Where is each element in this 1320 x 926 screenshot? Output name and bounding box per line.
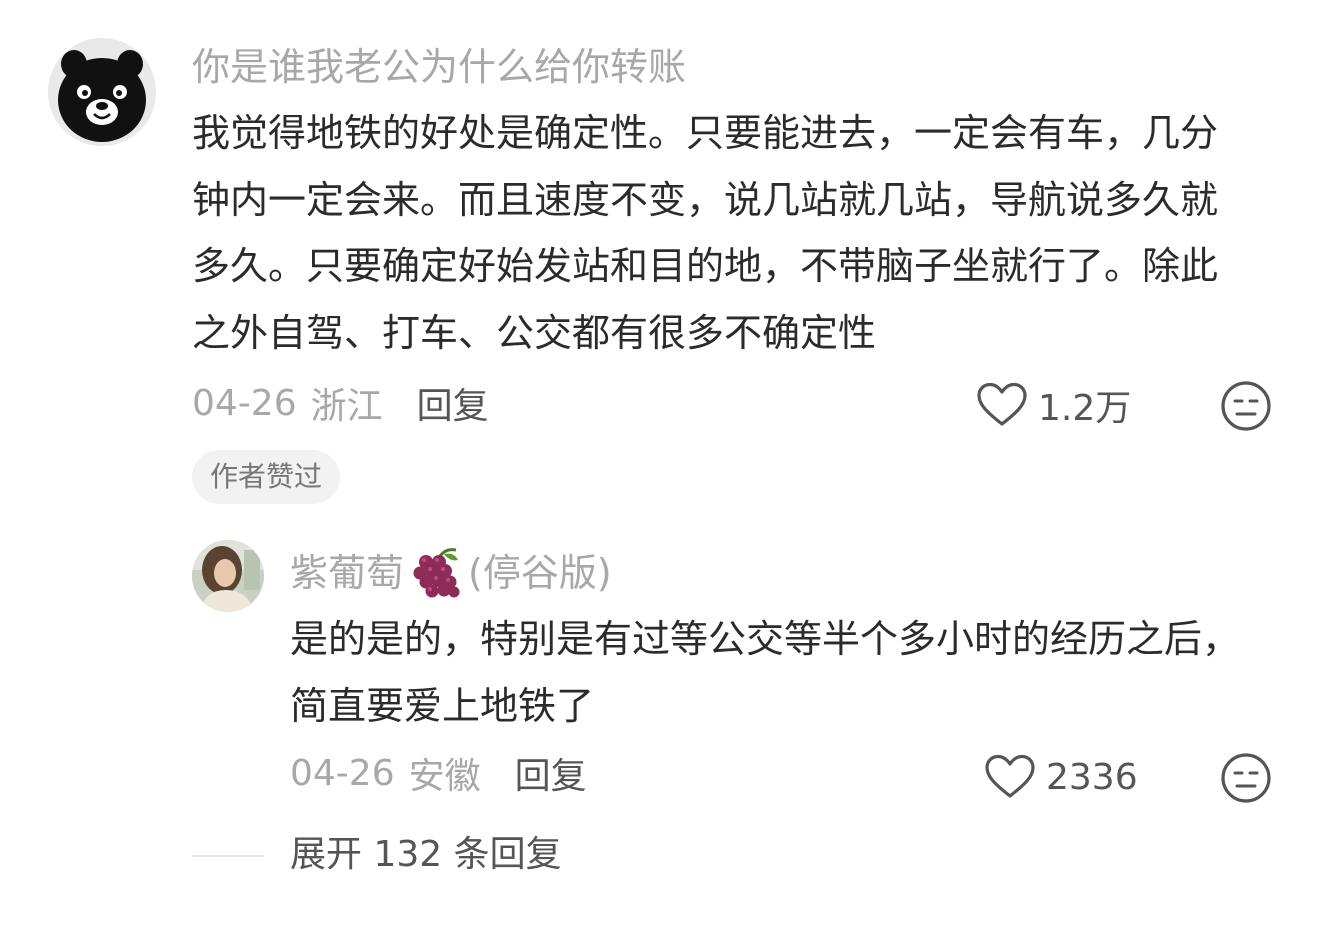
expand-divider: [192, 855, 264, 857]
reply-text: 是的是的，特别是有过等公交等半个多小时的经历之后，简直要爱上地铁了: [290, 617, 1241, 728]
unimpressed-face-icon[interactable]: [1220, 752, 1272, 804]
reply-button[interactable]: 回复: [417, 377, 489, 429]
like-button[interactable]: 1.2万: [976, 380, 1131, 430]
reply-username-suffix: (停谷版): [468, 551, 612, 595]
reply-meta: 04-26 安徽 回复: [290, 748, 587, 798]
unimpressed-face-icon[interactable]: [1220, 380, 1272, 432]
comment-date: 04-26: [192, 382, 297, 424]
reply-username[interactable]: 紫葡萄 (停谷版): [290, 546, 612, 600]
like-count: 1.2万: [1038, 388, 1132, 429]
heart-outline-icon: [977, 382, 1027, 426]
comment-meta: 04-26 浙江 回复: [192, 378, 489, 428]
comment-text: 我觉得地铁的好处是确定性。只要能进去，一定会有车，几分钟内一定会来。而且速度不变…: [192, 111, 1219, 355]
grape-emoji-icon: [413, 548, 460, 598]
avatar-woman-portrait-icon[interactable]: [192, 540, 264, 612]
expand-replies-button[interactable]: 展开 132 条回复: [290, 830, 562, 880]
reply-location: 安徽: [408, 756, 481, 797]
reply-like-count: 2336: [1046, 756, 1138, 798]
heart-outline-icon: [985, 754, 1035, 798]
comment-username[interactable]: 你是谁我老公为什么给你转账: [192, 42, 686, 92]
avatar-black-dog-icon[interactable]: [48, 38, 156, 146]
comment-location: 浙江: [310, 386, 383, 427]
reply-like-button[interactable]: 2336: [984, 752, 1138, 802]
reply-date: 04-26: [290, 752, 395, 794]
reply-username-text: 紫葡萄: [290, 551, 405, 595]
author-liked-badge: 作者赞过: [192, 450, 341, 504]
reply-to-reply-button[interactable]: 回复: [515, 747, 587, 799]
